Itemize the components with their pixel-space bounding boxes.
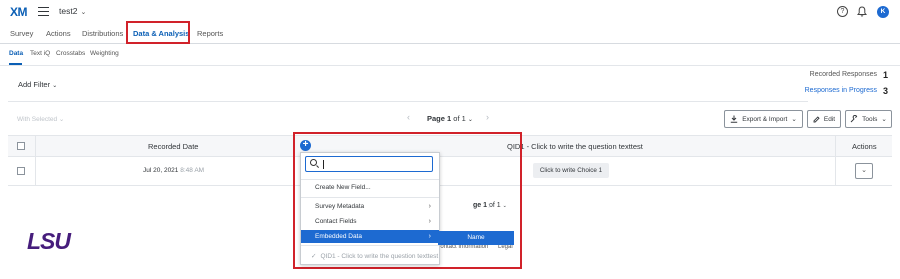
tab-reports[interactable]: Reports — [197, 29, 223, 38]
header-recorded-date[interactable]: Recorded Date — [148, 142, 198, 151]
help-icon[interactable]: ? — [837, 6, 848, 17]
add-filter-label: Add Filter — [18, 80, 51, 89]
row-checkbox[interactable] — [17, 167, 25, 175]
menu-item-qid1[interactable]: ✓ QID1 - Click to write the question text… — [301, 250, 439, 263]
tab-actions[interactable]: Actions — [46, 29, 71, 38]
chevron-down-icon: ⌄ — [52, 83, 58, 89]
edit-button[interactable]: Edit — [807, 110, 841, 128]
check-icon: ✓ — [311, 253, 317, 260]
next-page-icon[interactable]: › — [486, 112, 489, 122]
subtab-text-iq[interactable]: Text iQ — [30, 50, 50, 57]
column-divider — [35, 135, 36, 185]
chevron-right-icon: › — [428, 203, 431, 210]
lsu-logo: LSU — [27, 228, 71, 254]
text-caret — [323, 160, 324, 169]
pencil-icon — [813, 115, 820, 122]
tab-distributions[interactable]: Distributions — [82, 29, 123, 38]
choice-response-cell[interactable]: Click to write Choice 1 — [533, 163, 609, 178]
bell-icon[interactable] — [857, 6, 867, 17]
responses-in-progress-link[interactable]: Responses in Progress — [805, 87, 877, 94]
project-selector[interactable]: test2 ⌄ — [59, 6, 86, 16]
export-import-button[interactable]: Export & Import ⌄ — [724, 110, 803, 128]
menu-divider — [301, 197, 439, 198]
cell-recorded-date: Jul 20, 2021 8:48 AM — [143, 167, 204, 174]
export-import-label: Export & Import — [742, 115, 788, 123]
with-selected-label: With Selected — [17, 116, 58, 123]
tools-label: Tools — [862, 115, 878, 123]
menu-item-survey-metadata[interactable]: Survey Metadata › — [301, 200, 439, 213]
hamburger-menu-icon[interactable] — [38, 7, 49, 16]
wrench-icon — [850, 115, 858, 123]
menu-item-label: Embedded Data — [315, 233, 362, 240]
menu-divider — [301, 179, 439, 180]
menu-item-label: Contact Fields — [315, 218, 357, 225]
highlight-box-tab — [126, 21, 190, 44]
add-column-plus-icon[interactable]: + — [300, 140, 311, 151]
chevron-down-icon: ⌄ — [80, 9, 87, 16]
recorded-responses-label: Recorded Responses — [809, 71, 877, 78]
avatar[interactable]: K — [877, 6, 889, 18]
responses-in-progress-count: 3 — [883, 86, 889, 96]
submenu-item-name[interactable]: Name — [438, 231, 514, 245]
page-total: 1 — [461, 114, 466, 123]
column-divider — [835, 135, 836, 185]
sub-tabs: Data Text iQ Crosstabs Weighting — [0, 44, 900, 66]
menu-item-contact-fields[interactable]: Contact Fields › — [301, 215, 439, 228]
chevron-down-icon: ⌄ — [791, 116, 797, 123]
menu-divider — [301, 245, 439, 246]
chevron-down-icon: ⌄ — [861, 167, 867, 174]
recorded-responses-count: 1 — [883, 70, 889, 80]
menu-item-embedded-data[interactable]: Embedded Data › — [301, 230, 439, 243]
header-actions: Actions — [852, 142, 877, 151]
page-of: of — [453, 114, 460, 123]
prev-page-icon[interactable]: ‹ — [407, 112, 410, 122]
add-filter-button[interactable]: Add Filter ⌄ — [18, 80, 57, 89]
chevron-right-icon: › — [428, 233, 431, 240]
search-icon-handle — [315, 165, 320, 169]
chevron-down-icon[interactable]: ⌄ — [468, 117, 473, 123]
subtab-crosstabs[interactable]: Crosstabs — [56, 50, 85, 57]
row-actions-dropdown[interactable]: ⌄ — [855, 163, 873, 179]
chevron-down-icon: ⌄ — [881, 116, 887, 123]
tab-survey[interactable]: Survey — [10, 29, 33, 38]
subtab-data[interactable]: Data — [9, 50, 23, 57]
add-column-menu: Create New Field... Survey Metadata › Con… — [300, 152, 440, 265]
with-selected-dropdown: With Selected ⌄ — [17, 115, 64, 123]
filter-divider — [8, 101, 808, 102]
pager: Page 1 of 1 ⌄ — [427, 114, 473, 123]
menu-item-label: QID1 - Click to write the question textt… — [320, 253, 439, 260]
menu-search-input[interactable] — [305, 156, 433, 172]
date-value: Jul 20, 2021 — [143, 167, 179, 174]
menu-item-label: Create New Field... — [315, 184, 371, 191]
time-value: 8:48 AM — [180, 167, 205, 174]
chevron-down-icon: ⌄ — [58, 116, 65, 123]
edit-label: Edit — [823, 115, 836, 123]
subtab-weighting[interactable]: Weighting — [90, 50, 119, 57]
page-prefix: Page — [427, 114, 445, 123]
project-name: test2 — [59, 6, 78, 16]
select-all-checkbox[interactable] — [17, 142, 25, 150]
menu-item-create-new-field[interactable]: Create New Field... — [301, 181, 439, 194]
chevron-right-icon: › — [428, 218, 431, 225]
tools-button[interactable]: Tools ⌄ — [845, 110, 892, 128]
xm-logo[interactable]: XM — [10, 5, 28, 19]
active-subtab-indicator — [9, 63, 22, 65]
header-question[interactable]: QID1 - Click to write the question textt… — [507, 142, 643, 151]
menu-item-label: Survey Metadata — [315, 203, 365, 210]
page-current: 1 — [447, 114, 452, 123]
download-icon — [730, 115, 738, 123]
